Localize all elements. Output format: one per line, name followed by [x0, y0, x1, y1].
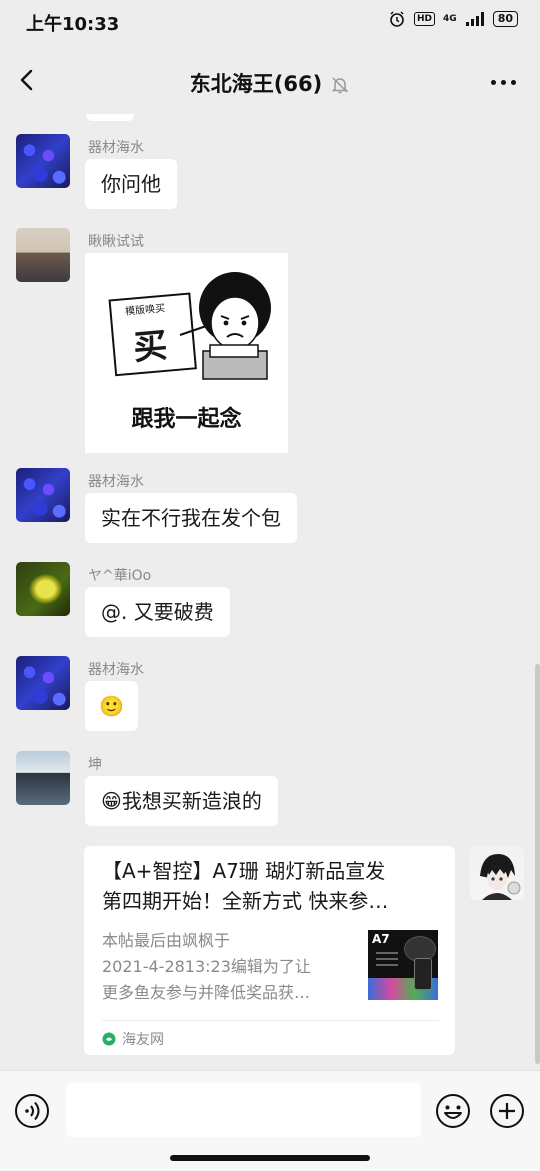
link-card-thumbnail: A7: [368, 930, 438, 1000]
chat-header: 东北海王(66): [0, 50, 540, 114]
avatar[interactable]: [16, 228, 70, 282]
avatar[interactable]: [16, 751, 70, 805]
link-card-source-name: 海友网: [122, 1032, 164, 1048]
status-icons: HD 4G 80: [388, 10, 518, 28]
add-icon[interactable]: [489, 1093, 525, 1129]
link-card-desc-line: 本帖最后由飒枫于: [102, 931, 231, 950]
link-card-desc-line: 2021-4-2813:23编辑为了让: [102, 957, 311, 976]
sender-name: 器材海水: [88, 662, 144, 678]
avatar[interactable]: [16, 562, 70, 616]
avatar[interactable]: [16, 656, 70, 710]
link-card-description: 本帖最后由飒枫于 2021-4-2813:23编辑为了让 更多鱼友参与并降低奖品…: [102, 928, 352, 1006]
voice-icon[interactable]: [14, 1093, 50, 1129]
message-bubble[interactable]: 😁我想买新造浪的: [85, 776, 278, 826]
message-bubble[interactable]: 你问他: [85, 159, 177, 209]
more-dots-icon[interactable]: [491, 80, 516, 85]
self-avatar[interactable]: [470, 846, 524, 900]
message-input[interactable]: [66, 1083, 421, 1137]
smile-emoji-icon: 🙂: [99, 694, 124, 718]
sender-name: 器材海水: [88, 474, 144, 490]
anime-avatar-drawing: [480, 854, 521, 900]
haiyou-logo-icon: [102, 1032, 116, 1046]
previous-bubble-fragment: [86, 114, 134, 121]
emoji-icon[interactable]: [435, 1093, 471, 1129]
alarm-icon: [390, 11, 404, 27]
message-bubble[interactable]: 实在不行我在发个包: [85, 493, 297, 543]
avatar[interactable]: [16, 134, 70, 188]
chat-area[interactable]: 器材海水 你问他 瞅瞅试试 模版唤买 买 跟我一起念 器材海水 实在不行我在发个…: [0, 114, 540, 1070]
hd-icon: HD: [414, 12, 436, 26]
link-card-desc-line: 更多鱼友参与并降低奖品获…: [102, 983, 311, 1002]
chat-title-text: 东北海王(66): [189, 72, 323, 96]
chat-title: 东北海王(66): [0, 68, 540, 98]
battery-icon: 80: [492, 11, 518, 27]
sender-name: 器材海水: [88, 140, 144, 156]
chat-scrollbar[interactable]: [535, 664, 540, 1064]
link-card-title-line: 第四期开始！全新方式 快来参…: [102, 889, 389, 913]
status-time: 上午10:33: [26, 14, 120, 35]
link-card-title-line: 【A+智控】A7珊 瑚灯新品宣发: [102, 859, 386, 883]
avatar[interactable]: [16, 468, 70, 522]
network-label: 4G: [443, 13, 457, 24]
home-indicator[interactable]: [170, 1155, 370, 1161]
mute-bell-icon: [331, 77, 349, 94]
message-bubble[interactable]: @. 又要破费: [85, 587, 230, 637]
message-text: 我想买新造浪的: [121, 789, 262, 813]
sticker-big-text: 买: [131, 325, 169, 369]
link-card-divider: [102, 1020, 439, 1021]
sender-name: 坤: [88, 757, 102, 773]
link-card[interactable]: 【A+智控】A7珊 瑚灯新品宣发 第四期开始！全新方式 快来参… 本帖最后由飒枫…: [84, 846, 455, 1055]
link-card-title: 【A+智控】A7珊 瑚灯新品宣发 第四期开始！全新方式 快来参…: [102, 856, 442, 916]
message-bubble[interactable]: 🙂: [85, 681, 138, 731]
sender-name: 瞅瞅试试: [88, 234, 144, 250]
link-card-source: 海友网: [102, 1029, 164, 1049]
grin-emoji-icon: 😁: [101, 789, 122, 813]
sticker-image[interactable]: 模版唤买 买 跟我一起念: [85, 253, 288, 453]
status-bar: 上午10:33 HD 4G 80: [0, 0, 540, 44]
signal-icon: [465, 12, 484, 26]
thumb-label: A7: [372, 932, 390, 946]
input-bar: [0, 1070, 540, 1171]
sticker-caption: 跟我一起念: [131, 407, 242, 432]
sender-name: ヤ^華iOo: [88, 568, 152, 584]
